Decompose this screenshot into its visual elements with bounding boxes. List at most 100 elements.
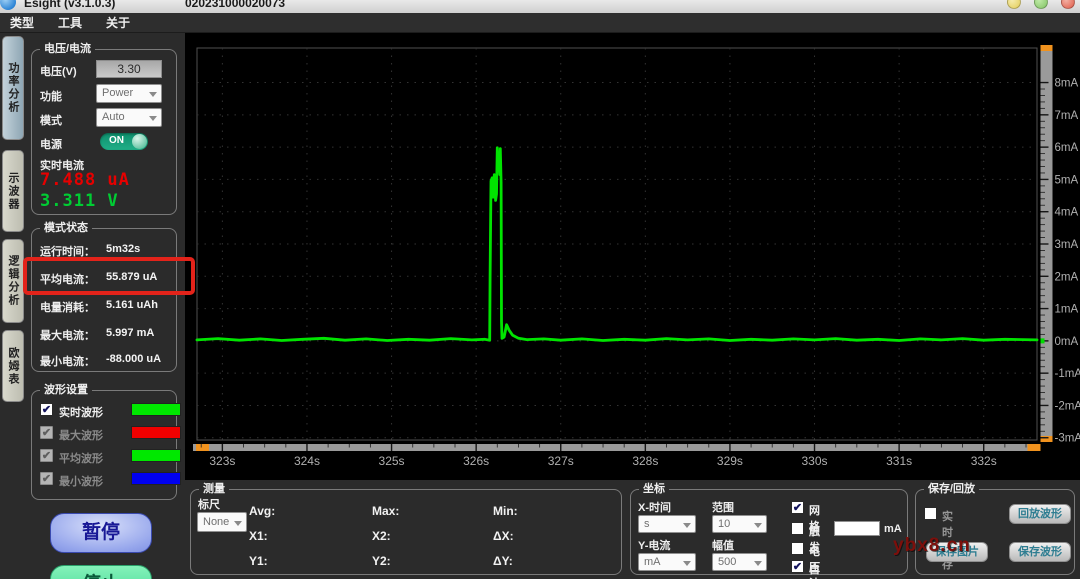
mode-value: Auto [102, 111, 125, 123]
mode-select[interactable]: Auto [96, 108, 162, 127]
coordinates-group: 坐标 X-时间 范围 s 10 Y-电流 幅值 mA 500 ✔ 网格 ✔ 触发 [630, 489, 908, 575]
y-tick-label: 4mA [1055, 207, 1079, 219]
axis-corner-marker [1028, 444, 1041, 451]
min-waveform-checkbox[interactable]: ✔ [40, 472, 53, 485]
color-swatch[interactable] [131, 449, 181, 462]
ruler-select[interactable]: None [197, 512, 247, 532]
realtime-waveform-checkbox[interactable]: ✔ [40, 403, 53, 416]
group-title: 测量 [199, 482, 229, 496]
device-serial: 020231000020073 [185, 0, 285, 10]
color-swatch[interactable] [131, 403, 181, 416]
close-button[interactable] [1061, 0, 1075, 9]
avg-waveform-checkbox[interactable]: ✔ [40, 449, 53, 462]
auto-adjust-checkbox[interactable]: ✔ [791, 560, 804, 573]
waveform-chart[interactable]: 8mA7mA6mA5mA4mA3mA2mA1mA0mA-1mA-2mA-3mA3… [185, 33, 1080, 480]
menu-tools[interactable]: 工具 [58, 14, 82, 31]
group-title: 坐标 [639, 482, 669, 496]
status-label: 最大电流： [40, 327, 95, 343]
x-unit-value: s [644, 518, 650, 530]
waveform-label: 平均波形 [59, 450, 103, 466]
y-unit-select[interactable]: mA [638, 553, 696, 571]
app-icon [0, 0, 16, 10]
amplitude-select[interactable]: 500 [712, 553, 767, 571]
function-value: Power [102, 87, 133, 99]
voltage-label: 电压(V) [40, 63, 77, 79]
realtime-save-checkbox[interactable]: ✔ [924, 507, 937, 520]
tab-ohmmeter[interactable]: 欧姆表 [2, 330, 24, 402]
y-tick-label: -1mA [1055, 368, 1080, 380]
status-row-energy: 电量消耗： 5.161 uAh [40, 299, 172, 313]
status-label: 电量消耗： [40, 299, 95, 315]
waveform-plot: 8mA7mA6mA5mA4mA3mA2mA1mA0mA-1mA-2mA-3mA3… [185, 33, 1080, 480]
zero-level-marker [1041, 338, 1045, 343]
x-tick-label: 324s [294, 454, 320, 468]
waveform-label: 实时波形 [59, 404, 103, 420]
measure-max: Max: [372, 504, 493, 518]
trigger-value-input[interactable] [834, 521, 880, 536]
range-label: 范围 [712, 499, 734, 515]
range-select[interactable]: 10 [712, 515, 767, 533]
tab-oscilloscope[interactable]: 示波器 [2, 150, 24, 232]
y-tick-label: 3mA [1055, 239, 1079, 251]
status-value: 5m32s [106, 243, 140, 255]
menu-type[interactable]: 类型 [10, 14, 34, 31]
chevron-down-icon [754, 523, 762, 528]
group-title: 模式状态 [40, 221, 92, 235]
measure-fields: Avg: Max: Min: X1: X2: ΔX: Y1: Y2: ΔY: [249, 504, 603, 568]
x-axis-strip [193, 444, 1041, 451]
trigger-checkbox[interactable]: ✔ [791, 522, 804, 535]
function-select[interactable]: Power [96, 84, 162, 103]
voltage-input[interactable]: 3.30 [96, 60, 162, 78]
measure-avg: Avg: [249, 504, 372, 518]
toggle-knob [132, 134, 147, 149]
waveform-label: 最大波形 [59, 427, 103, 443]
measure-dx: ΔX: [493, 529, 603, 543]
group-title: 电压/电流 [40, 42, 95, 56]
color-swatch[interactable] [131, 472, 181, 485]
playback-waveform-button[interactable]: 回放波形 [1009, 504, 1071, 524]
voltage-readout: 3.311 V [40, 191, 119, 211]
save-playback-group: 保存/回放 ✔ 实时保存 回放波形 保存图片 保存波形 [915, 489, 1075, 575]
voltage-wave-checkbox[interactable]: ✔ [791, 542, 804, 555]
power-label: 电源 [40, 136, 62, 152]
group-title: 保存/回放 [924, 482, 979, 496]
highlight-annotation-box [23, 257, 195, 295]
measure-x1: X1: [249, 529, 372, 543]
maximize-button[interactable] [1034, 0, 1048, 9]
ruler-label: 标尺 [198, 496, 220, 512]
chevron-down-icon [149, 116, 157, 121]
y-tick-label: 8mA [1055, 78, 1079, 90]
trigger-unit-label: mA [884, 523, 902, 535]
grid-checkbox[interactable]: ✔ [791, 501, 804, 514]
menu-about[interactable]: 关于 [106, 14, 130, 31]
max-waveform-checkbox[interactable]: ✔ [40, 426, 53, 439]
save-waveform-button[interactable]: 保存波形 [1009, 542, 1071, 562]
mode-status-group: 模式状态 运行时间： 5m32s 平均电流： 55.879 uA 电量消耗： 5… [31, 228, 177, 372]
x-tick-label: 329s [717, 454, 743, 468]
axis-corner-marker [1041, 45, 1053, 51]
minimize-button[interactable] [1007, 0, 1021, 9]
power-toggle[interactable]: ON [100, 133, 148, 150]
y-axis-label: Y-电流 [638, 537, 670, 553]
group-title: 波形设置 [40, 383, 92, 397]
color-swatch[interactable] [131, 426, 181, 439]
status-value: 5.997 mA [106, 327, 154, 339]
x-tick-label: 328s [632, 454, 658, 468]
y-tick-label: 2mA [1055, 271, 1079, 283]
tab-power-analysis[interactable]: 功率分析 [2, 36, 24, 140]
chevron-down-icon [234, 521, 242, 526]
chevron-down-icon [683, 561, 691, 566]
pause-button[interactable]: 暂停 [50, 513, 152, 553]
tab-logic-analysis[interactable]: 逻辑分析 [2, 239, 24, 323]
y-tick-label: 0mA [1055, 336, 1079, 348]
y-tick-label: -3mA [1055, 433, 1080, 445]
x-unit-select[interactable]: s [638, 515, 696, 533]
mode-label: 模式 [40, 112, 62, 128]
measure-group: 测量 标尺 None Avg: Max: Min: X1: X2: ΔX: Y1… [190, 489, 622, 575]
x-tick-label: 330s [802, 454, 828, 468]
stop-button[interactable]: 停止 [50, 565, 152, 579]
x-tick-label: 332s [971, 454, 997, 468]
chevron-down-icon [683, 523, 691, 528]
voltage-current-group: 电压/电流 电压(V) 3.30 功能 Power 模式 Auto 电源 ON … [31, 49, 177, 215]
waveform-row-realtime: ✔ 实时波形 [40, 403, 174, 418]
